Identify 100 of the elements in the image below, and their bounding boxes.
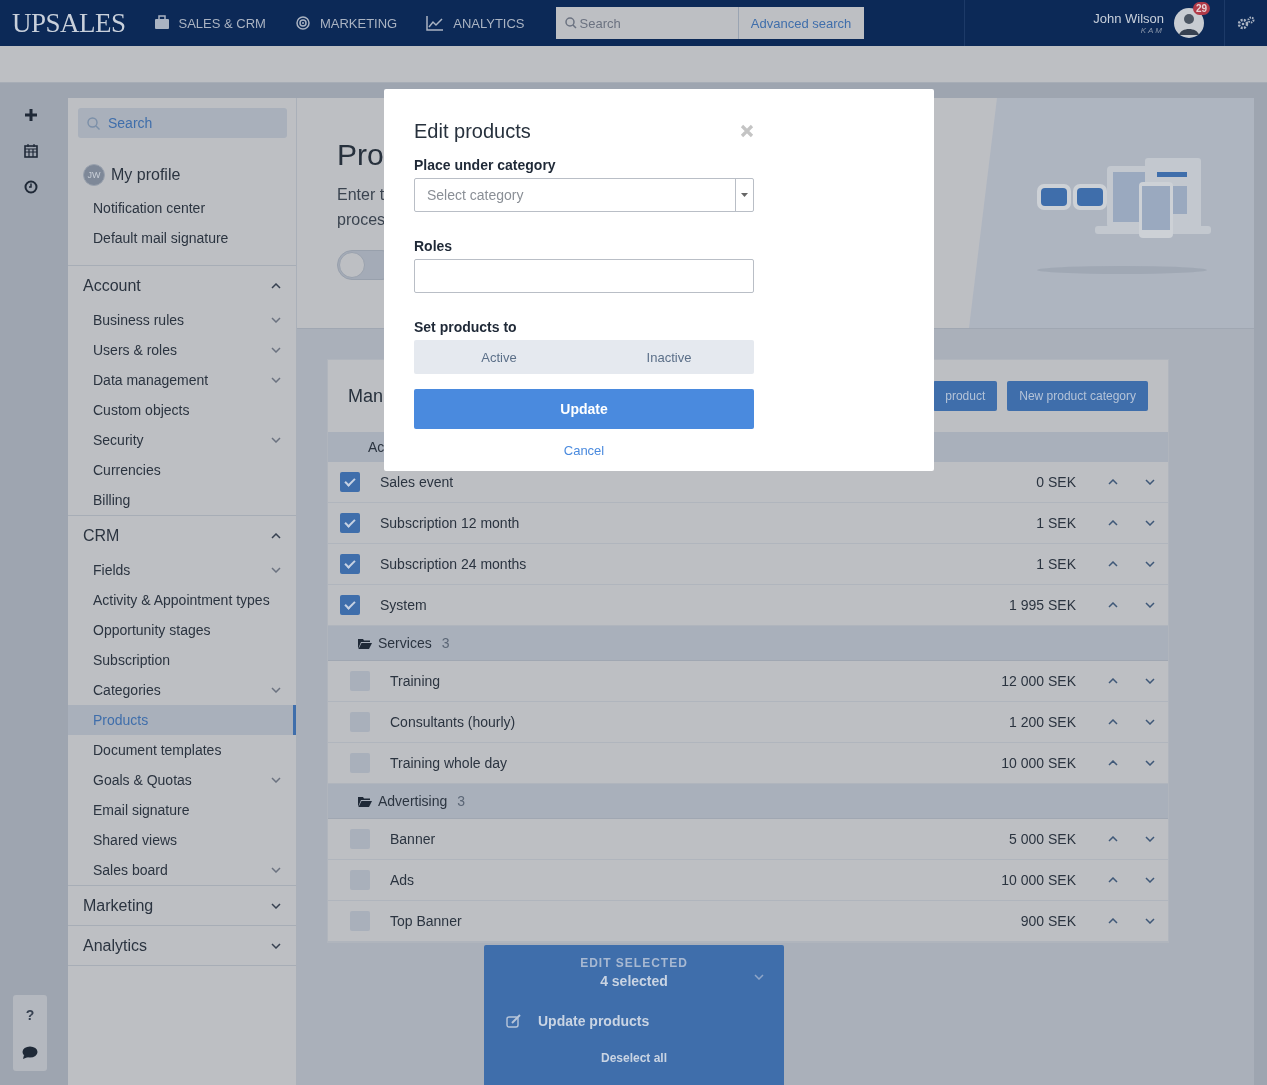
menu-item[interactable]: Goals & Quotas: [68, 765, 296, 795]
menu-item[interactable]: Fields: [68, 555, 296, 585]
cancel-link[interactable]: Cancel: [563, 443, 605, 458]
menu-item[interactable]: Opportunity stages: [68, 615, 296, 645]
menu-heading[interactable]: Analytics: [68, 926, 296, 965]
chevron-up-icon[interactable]: [1108, 877, 1118, 883]
product-price: 5 000 SEK: [1009, 831, 1076, 847]
item-count: 3: [441, 635, 450, 651]
checkbox[interactable]: [340, 554, 360, 574]
menu-item[interactable]: Custom objects: [68, 395, 296, 425]
menu-item[interactable]: Shared views: [68, 825, 296, 855]
menu-item[interactable]: Subscription: [68, 645, 296, 675]
field-label: Set products to: [414, 319, 518, 335]
nav-link[interactable]: MARKETING: [294, 15, 398, 31]
product-price: 1 200 SEK: [1009, 714, 1076, 730]
category-name: Services: [378, 635, 432, 651]
chevron-up-icon[interactable]: [1108, 520, 1118, 526]
status-option[interactable]: Inactive: [584, 340, 754, 374]
checkbox[interactable]: [340, 595, 360, 615]
product-name: Subscription 24 months: [380, 556, 528, 572]
chevron-down-icon: [271, 347, 281, 353]
chevron-down-icon[interactable]: [1145, 602, 1155, 608]
checkbox[interactable]: [340, 472, 360, 492]
chevron-down-icon[interactable]: [1145, 561, 1155, 567]
menu-item[interactable]: Currencies: [68, 455, 296, 485]
checkbox[interactable]: [340, 513, 360, 533]
product-price: 1 995 SEK: [1009, 597, 1076, 613]
card-title: Man: [348, 385, 383, 407]
menu-item[interactable]: Email signature: [68, 795, 296, 825]
menu-heading[interactable]: Marketing: [68, 886, 296, 925]
help-link[interactable]: ?: [25, 1006, 35, 1023]
plus-icon: [25, 109, 37, 121]
menu-item[interactable]: Security: [68, 425, 296, 455]
chevron-up-icon[interactable]: [1108, 719, 1118, 725]
settings-icon: [1237, 16, 1255, 30]
selection-count: 4 selected: [600, 973, 668, 989]
chevron-up-icon[interactable]: [1108, 479, 1118, 485]
category-row[interactable]: Advertising 3: [328, 784, 1168, 819]
product-name: Subscription 12 month: [380, 515, 521, 531]
menu-heading[interactable]: Account: [68, 266, 296, 305]
chevron-down-icon[interactable]: [1145, 877, 1155, 883]
description-text: Enter t: [337, 185, 385, 205]
menu-item[interactable]: Business rules: [68, 305, 296, 335]
user-role: KAM: [1139, 26, 1164, 35]
update-button[interactable]: Update: [414, 389, 754, 429]
chevron-up-icon[interactable]: [1108, 678, 1118, 684]
category-row[interactable]: Services 3: [328, 626, 1168, 661]
menu-item[interactable]: Document templates: [68, 735, 296, 765]
product-name: Consultants (hourly): [390, 714, 517, 730]
user-name[interactable]: John Wilson: [1093, 11, 1164, 26]
logo[interactable]: UPSALES: [0, 7, 154, 39]
chevron-down-icon[interactable]: [754, 974, 764, 980]
target-icon: [294, 15, 311, 31]
menu-item[interactable]: Categories: [68, 675, 296, 705]
edit-icon: [506, 1014, 522, 1028]
chevron-up-icon[interactable]: [1108, 561, 1118, 567]
nav-link[interactable]: SALES & CRM: [153, 15, 266, 31]
menu-item[interactable]: Billing: [68, 485, 296, 515]
product-price: 10 000 SEK: [1001, 755, 1076, 771]
page-title: Pro: [337, 138, 384, 172]
chevron-down-icon: [271, 687, 281, 693]
column-header: Ac: [368, 439, 385, 455]
menu-item[interactable]: Default mail signature: [68, 223, 296, 253]
chevron-up-icon[interactable]: [1108, 918, 1118, 924]
product-price: 0 SEK: [1036, 474, 1076, 490]
chevron-down-icon[interactable]: [1145, 918, 1155, 924]
menu-item[interactable]: Users & roles: [68, 335, 296, 365]
menu-heading[interactable]: CRM: [68, 516, 296, 555]
nav-link[interactable]: ANALYTICS: [426, 15, 525, 31]
item-count: 3: [457, 793, 466, 809]
chevron-down-icon[interactable]: [1145, 520, 1155, 526]
menu-item[interactable]: Sales board: [68, 855, 296, 885]
menu-item[interactable]: Activity & Appointment types: [68, 585, 296, 615]
chevron-down-icon[interactable]: [1145, 479, 1155, 485]
product-name: Training: [390, 673, 442, 689]
menu-item[interactable]: Notification center: [68, 193, 296, 223]
user-avatar: JW: [83, 164, 105, 186]
chevron-down-icon: [271, 867, 281, 873]
chevron-down-icon: [271, 377, 281, 383]
product-name: System: [380, 597, 428, 613]
roles-field[interactable]: [414, 259, 754, 293]
status-option[interactable]: Active: [414, 340, 584, 374]
chevron-up-icon[interactable]: [1108, 836, 1118, 842]
menu-item[interactable]: Data management: [68, 365, 296, 395]
search-field[interactable]: Search: [555, 7, 738, 39]
product-name: Training whole day: [390, 755, 508, 771]
chevron-up-icon[interactable]: [1108, 760, 1118, 766]
chevron-down-icon[interactable]: [1145, 678, 1155, 684]
chat-icon: [22, 1046, 38, 1060]
chevron-down-icon[interactable]: [1145, 719, 1155, 725]
chevron-down-icon: [271, 317, 281, 323]
chevron-up-icon[interactable]: [1108, 602, 1118, 608]
search-field[interactable]: Search: [78, 108, 287, 138]
chevron-down-icon[interactable]: [1145, 836, 1155, 842]
search-icon: [87, 117, 100, 130]
chevron-down-icon[interactable]: [1145, 760, 1155, 766]
menu-heading[interactable]: My profile: [111, 166, 181, 184]
product-price: 1 SEK: [1036, 515, 1076, 531]
notification-badge: 29: [1192, 2, 1210, 15]
line-chart-icon: [426, 15, 445, 31]
